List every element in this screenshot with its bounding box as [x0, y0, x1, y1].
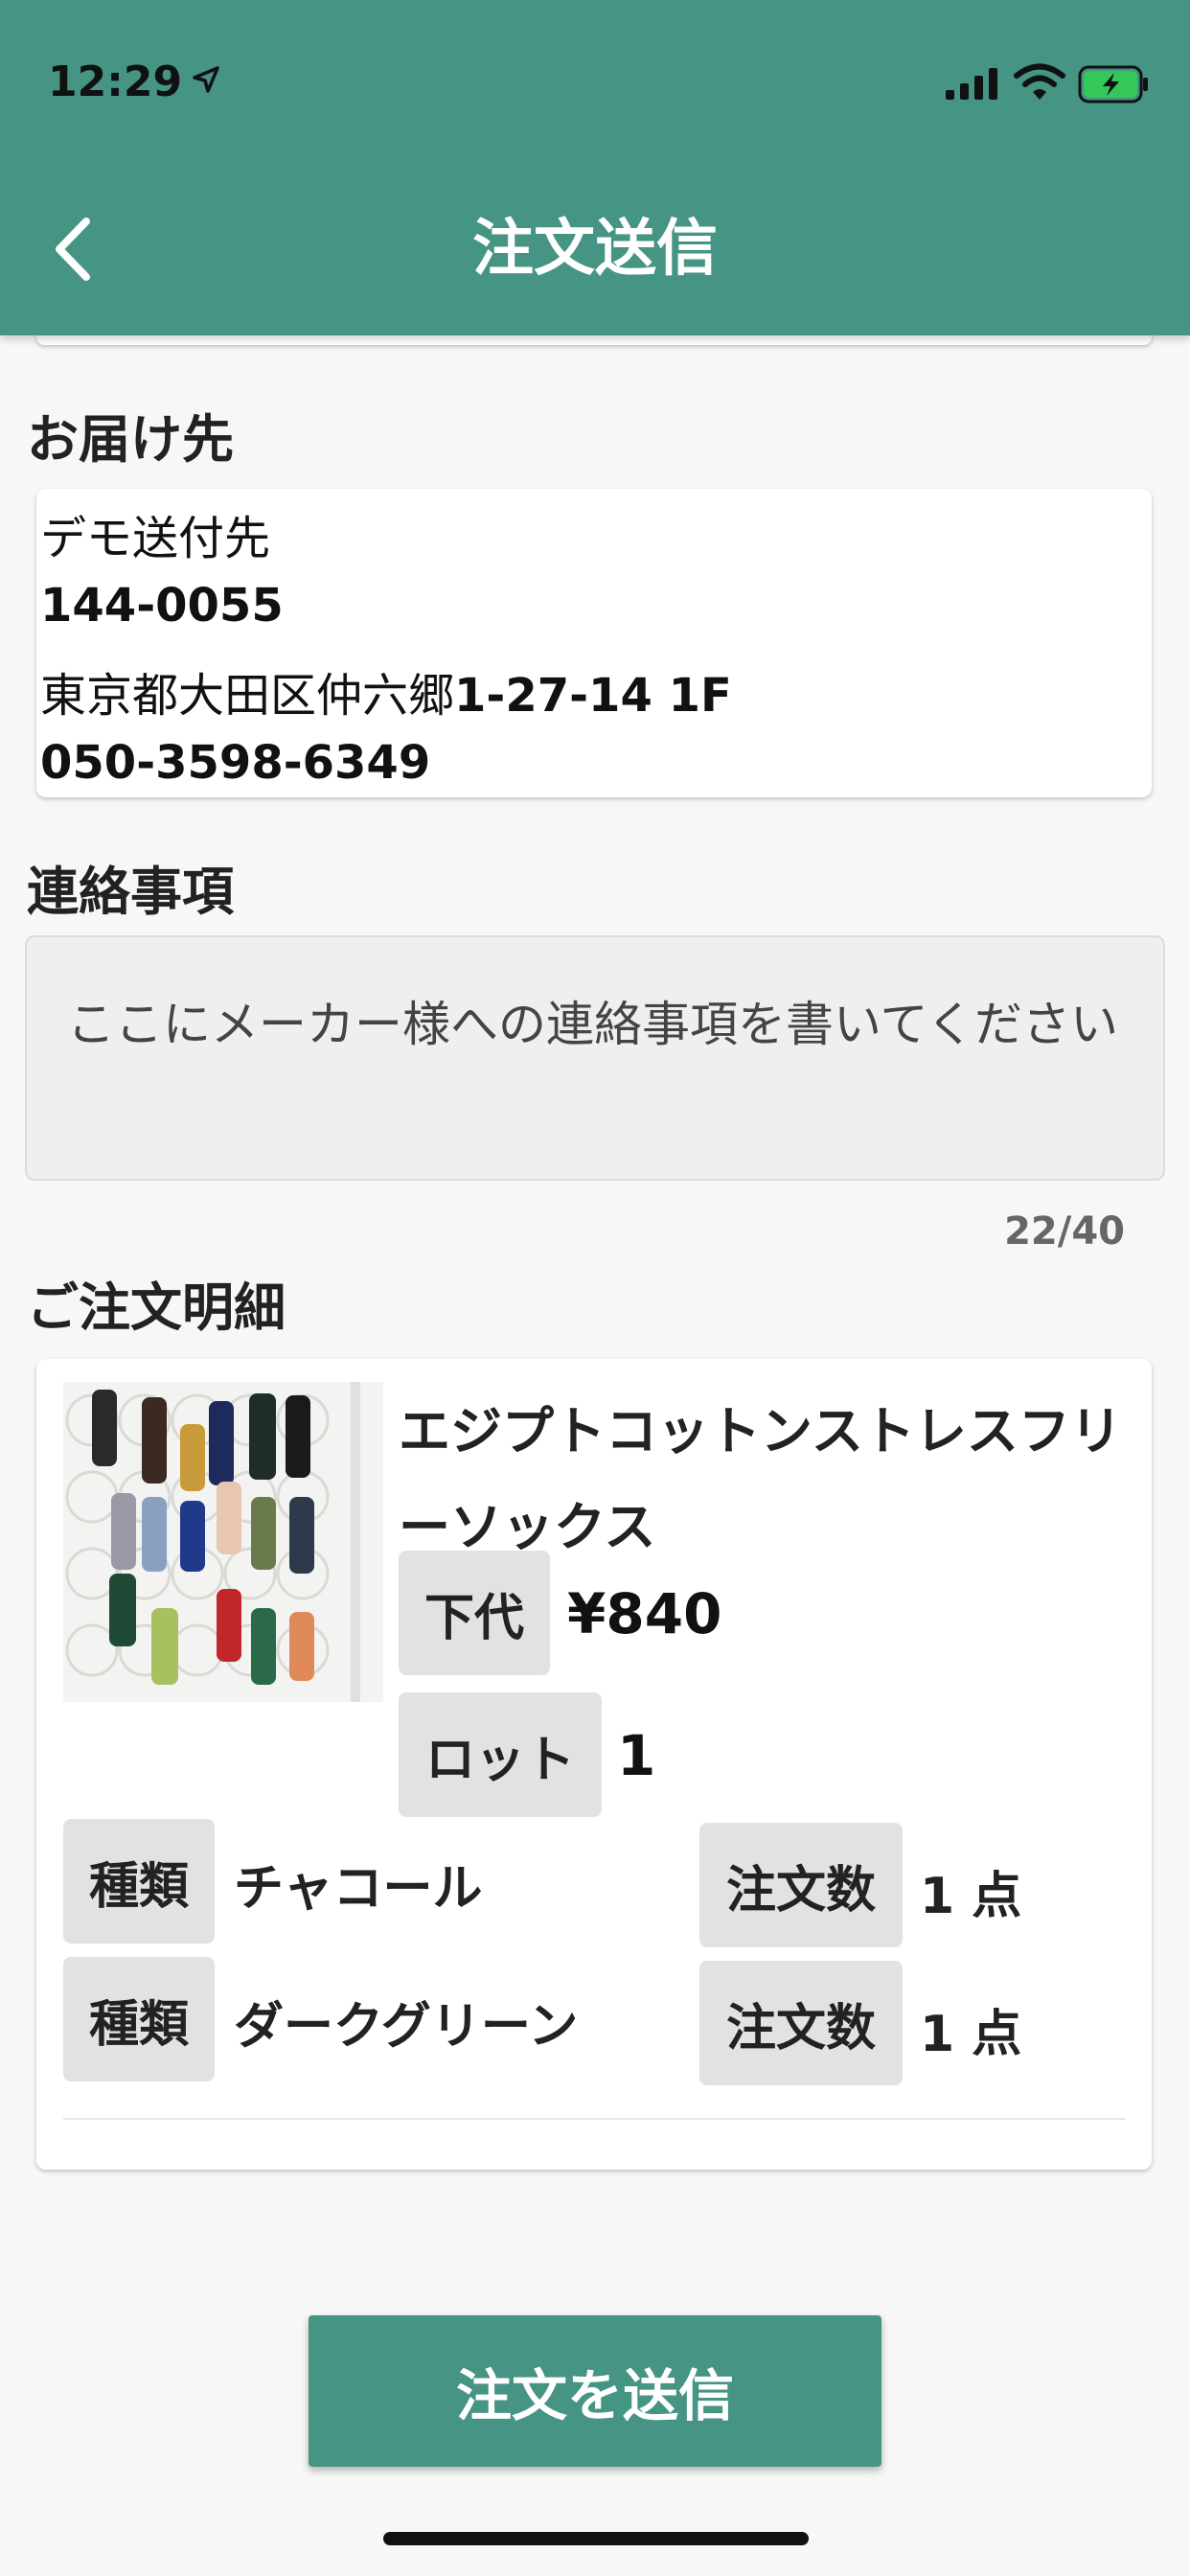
lot-label-chip: ロット [399, 1692, 602, 1817]
variant-qty-label: 注文数 [699, 1823, 903, 1947]
variant-type-label: 種類 [63, 1957, 215, 2082]
variant-qty-value: 1 点 [920, 1855, 1021, 1927]
variant-qty-number: 1 [920, 1868, 955, 1925]
status-time: 12:29 [48, 58, 183, 106]
divider [63, 2118, 1125, 2120]
street-address: 東京都大田区仲六郷1-27-14 1F [40, 657, 732, 724]
product-image [63, 1382, 383, 1702]
delivery-address-card[interactable]: デモ送付先 144-0055 東京都大田区仲六郷1-27-14 1F 050-3… [36, 489, 1152, 797]
recipient-name: デモ送付先 [40, 512, 271, 565]
variant-qty-label: 注文数 [699, 1961, 903, 2085]
variant-type-label: 種類 [63, 1819, 215, 1944]
street-address-number: 1-27-14 1F [454, 669, 732, 723]
wifi-icon [1014, 63, 1065, 105]
variant-qty-unit: 点 [972, 1868, 1022, 1925]
variant-qty-value: 1 点 [920, 1993, 1021, 2065]
app-header: 12:29 注文送信 [0, 0, 1190, 335]
variant-type-value: チャコール [234, 1860, 483, 1918]
notes-placeholder: ここにメーカー様への連絡事項を書いてください [67, 997, 1118, 1052]
price-value: ¥840 [567, 1581, 722, 1646]
variant-type-value: ダークグリーン [234, 1998, 579, 2056]
char-count: 22/40 [1004, 1209, 1125, 1254]
product-name: エジプトコットンストレスフリーソックス [399, 1401, 1122, 1557]
order-item-card: エジプトコットンストレスフリーソックス 下代 ¥840 ロット 1 種類 チャコ… [36, 1359, 1152, 2170]
lot-value: 1 [617, 1723, 656, 1788]
postal-code: 144-0055 [40, 579, 284, 632]
home-indicator [383, 2532, 809, 2545]
price-label-chip: 下代 [399, 1551, 550, 1675]
battery-charging-icon [1078, 65, 1151, 107]
order-section-label: ご注文明細 [27, 1277, 286, 1338]
notes-section-label: 連絡事項 [27, 862, 234, 922]
variant-qty-unit: 点 [972, 2006, 1022, 2063]
location-arrow-icon [192, 65, 220, 98]
submit-order-button[interactable]: 注文を送信 [309, 2315, 881, 2467]
variant-qty-number: 1 [920, 2006, 955, 2063]
delivery-section-label: お届け先 [27, 409, 234, 470]
notes-textarea[interactable]: ここにメーカー様への連絡事項を書いてください [25, 935, 1165, 1181]
street-address-text: 東京都大田区仲六郷 [40, 669, 455, 723]
phone-number: 050-3598-6349 [40, 736, 431, 790]
cellular-signal-icon [944, 67, 1001, 104]
page-title: 注文送信 [472, 214, 718, 285]
